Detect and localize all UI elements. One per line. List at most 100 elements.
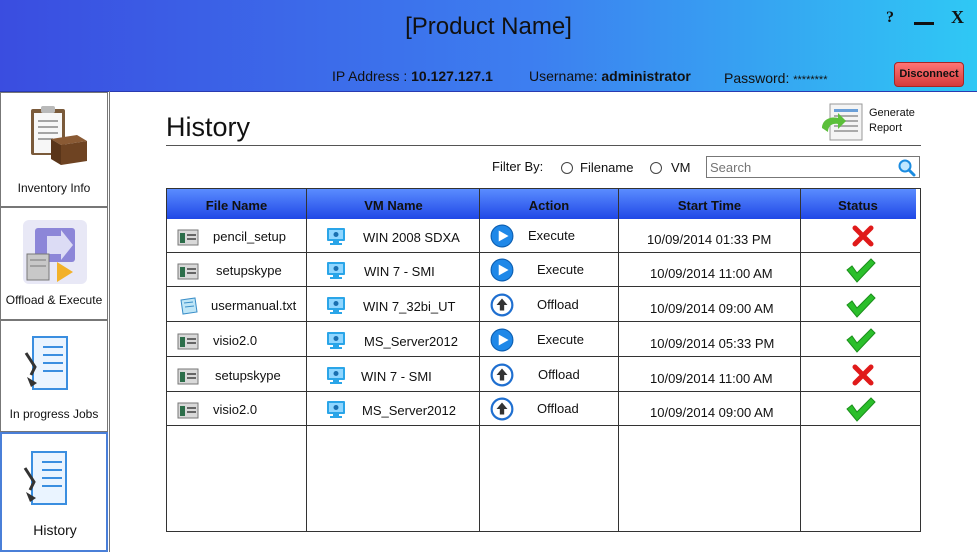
start-time-cell: 10/09/2014 05:33 PM (650, 336, 775, 351)
file-name-cell: visio2.0 (213, 333, 258, 348)
action-cell: Offload (537, 401, 579, 416)
app-icon (177, 368, 199, 385)
column-header-start-time[interactable]: Start Time (619, 189, 800, 219)
username-info: Username: administrator (529, 68, 691, 84)
content-divider (109, 91, 110, 552)
vm-name-cell: WIN 2008 SDXA (363, 230, 460, 245)
sidebar-item-inventory-info[interactable]: Inventory Info (0, 92, 108, 207)
ip-label: IP Address : (332, 68, 412, 84)
action-cell: Execute (528, 228, 575, 243)
play-icon[interactable] (490, 328, 514, 352)
vm-name-cell: WIN 7_32bi_UT (363, 299, 456, 314)
success-icon (846, 293, 876, 318)
sidebar-item-in-progress-jobs[interactable]: In progress Jobs (0, 320, 108, 432)
app-icon (177, 263, 199, 280)
action-cell: Execute (537, 332, 584, 347)
checklist-pen-icon (23, 451, 67, 505)
generate-report-button[interactable]: Generate Report (820, 102, 920, 142)
sidebar-item-offload-execute[interactable]: Offload & Execute (0, 207, 108, 320)
monitor-icon (327, 367, 345, 384)
file-name-cell: setupskype (216, 263, 282, 278)
minimize-button[interactable] (914, 22, 934, 25)
history-table: File Name VM Name Action Start Time Stat… (166, 188, 921, 532)
success-icon (846, 328, 876, 353)
row-divider (167, 321, 920, 322)
vm-name-cell: WIN 7 - SMI (361, 369, 432, 384)
generate-report-label: Generate Report (869, 107, 915, 134)
username-label: Username: (529, 68, 602, 84)
search-input[interactable] (708, 158, 897, 176)
file-name-cell: setupskype (215, 368, 281, 383)
help-button[interactable]: ? (886, 9, 894, 27)
ip-value: 10.127.127.1 (411, 68, 493, 84)
title-bar: [Product Name] ? X IP Address : 10.127.1… (0, 0, 977, 92)
column-header-action[interactable]: Action (480, 189, 618, 219)
text-file-icon (180, 297, 198, 315)
sidebar-item-label: Inventory Info (17, 181, 91, 195)
app-icon (177, 402, 199, 419)
play-icon[interactable] (490, 224, 514, 248)
upload-icon[interactable] (490, 293, 514, 317)
upload-icon[interactable] (490, 397, 514, 421)
table-row[interactable]: usermanual.txt WIN 7_32bi_UT Offload 10/09/… (167, 288, 920, 322)
row-divider (167, 286, 920, 287)
start-time-cell: 10/09/2014 11:00 AM (650, 371, 773, 386)
start-time-cell: 10/09/2014 01:33 PM (647, 232, 772, 247)
vm-name-cell: MS_Server2012 (362, 403, 456, 418)
table-row[interactable]: setupskype WIN 7 - SMI Execute 10/09/2014 1… (167, 253, 920, 287)
monitor-icon (327, 401, 345, 418)
column-header-file-name[interactable]: File Name (167, 189, 306, 219)
vm-name-cell: WIN 7 - SMI (364, 264, 435, 279)
close-button[interactable]: X (951, 7, 964, 28)
title-divider (166, 145, 921, 146)
page-title: History (166, 112, 251, 142)
row-divider (167, 425, 920, 426)
play-icon[interactable] (490, 258, 514, 282)
app-title: [Product Name] (405, 13, 572, 40)
disconnect-button[interactable]: Disconnect (894, 62, 964, 87)
filter-filename-label: Filename (580, 160, 634, 175)
filter-filename-radio[interactable] (561, 162, 573, 174)
table-row[interactable]: visio2.0 MS_Server2012 Offload 10/09/2014 0… (167, 392, 920, 426)
table-row[interactable]: setupskype WIN 7 - SMI Offload 10/09/2014 1… (167, 358, 920, 392)
failed-icon (852, 364, 874, 386)
start-time-cell: 10/09/2014 09:00 AM (650, 301, 774, 316)
search-box (706, 156, 920, 178)
server-arrow-icon (23, 220, 87, 284)
filter-vm-label: VM (671, 160, 691, 175)
file-name-cell: usermanual.txt (211, 298, 297, 313)
file-name-cell: visio2.0 (213, 402, 258, 417)
sidebar-item-label: Offload & Execute (5, 293, 103, 307)
table-row[interactable]: pencil_setup WIN 2008 SDXA Execute 10/09/20… (167, 219, 920, 253)
sidebar-item-history[interactable]: History (0, 432, 108, 552)
action-cell: Offload (538, 367, 580, 382)
username-value: administrator (601, 68, 691, 84)
start-time-cell: 10/09/2014 11:00 AM (650, 266, 773, 281)
file-name-cell: pencil_setup (213, 229, 286, 244)
checklist-pen-icon (24, 336, 68, 390)
filter-vm-radio[interactable] (650, 162, 662, 174)
filter-label: Filter By: (492, 159, 544, 174)
app-icon (177, 333, 199, 350)
monitor-icon (327, 297, 345, 314)
success-icon (846, 397, 876, 422)
success-icon (846, 258, 876, 283)
column-header-status[interactable]: Status (801, 189, 915, 219)
password-label: Password: (724, 70, 794, 86)
row-divider (167, 356, 920, 357)
table-row[interactable]: visio2.0 MS_Server2012 Execute 10/09/2014 0… (167, 323, 920, 357)
action-cell: Offload (537, 297, 579, 312)
monitor-icon (327, 332, 345, 349)
app-icon (177, 229, 199, 246)
report-icon (822, 103, 863, 141)
action-cell: Execute (537, 262, 584, 277)
monitor-icon (327, 262, 345, 279)
start-time-cell: 10/09/2014 09:00 AM (650, 405, 774, 420)
column-header-vm-name[interactable]: VM Name (307, 189, 480, 219)
search-icon[interactable] (897, 158, 917, 178)
ip-address-info: IP Address : 10.127.127.1 (332, 68, 493, 84)
table-header: File Name VM Name Action Start Time Stat… (167, 189, 916, 219)
password-info: Password: ******** (724, 70, 828, 86)
upload-icon[interactable] (490, 363, 514, 387)
vm-name-cell: MS_Server2012 (364, 334, 458, 349)
